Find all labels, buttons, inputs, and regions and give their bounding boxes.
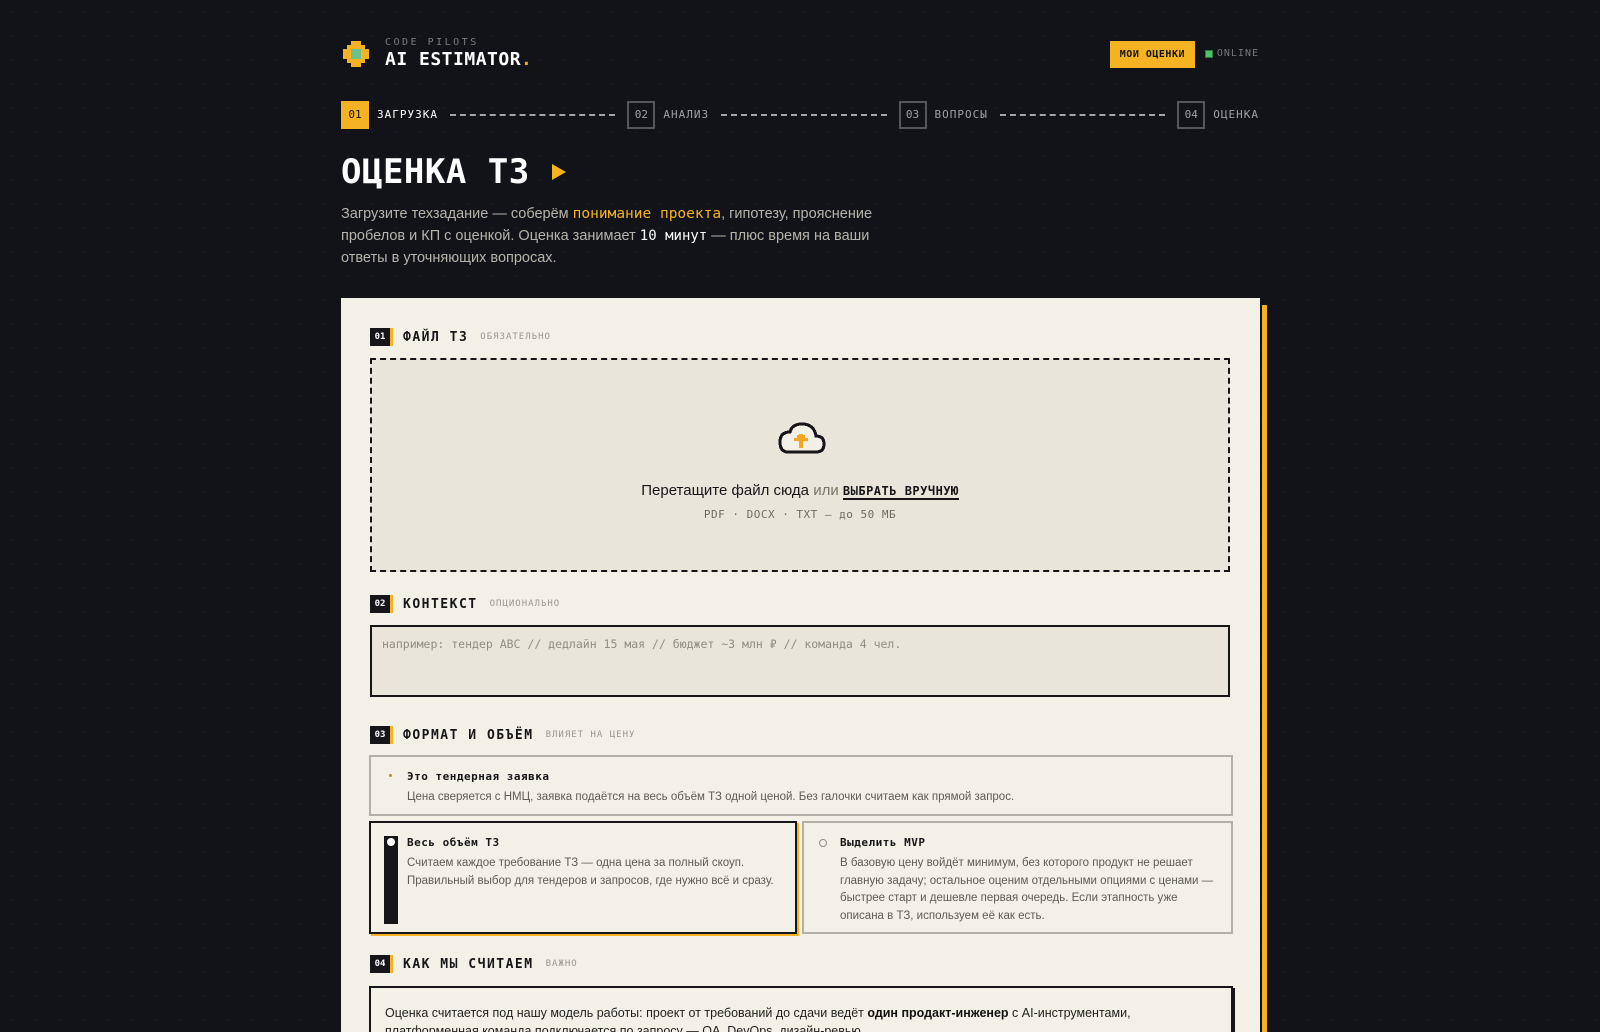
- option-title: Выделить MVP: [840, 836, 926, 849]
- page-title-text: ОЦЕНКА ТЗ: [341, 152, 530, 192]
- section-calc-header: 04 КАК МЫ СЧИТАЕМ ВАЖНО: [370, 955, 578, 973]
- brand-title: AI ESTIMATOR.: [385, 49, 533, 70]
- step-number: 01: [341, 100, 369, 129]
- calculation-note: Оценка считается под нашу модель работы:…: [369, 986, 1233, 1032]
- section-tag: ОБЯЗАТЕЛЬНО: [480, 332, 551, 342]
- card-accent-edge: [1262, 305, 1267, 1032]
- logo-icon: [343, 41, 369, 67]
- section-tag: ОПЦИОНАЛЬНО: [489, 599, 561, 609]
- step-label: АНАЛИЗ: [663, 108, 710, 121]
- tender-checkbox-option[interactable]: Это тендерная заявка Цена сверяется с НМ…: [369, 755, 1233, 816]
- option-description: Цена сверяется с НМЦ, заявка подаётся на…: [407, 791, 1015, 803]
- cloud-upload-icon: [778, 422, 826, 454]
- radio-unselected-icon: [819, 839, 827, 847]
- section-number: 04: [370, 955, 393, 973]
- step-label: ОЦЕНКА: [1213, 108, 1260, 121]
- section-number: 02: [370, 595, 393, 613]
- option-title: Весь объём ТЗ: [407, 836, 500, 849]
- progress-stepper: 01 ЗАГРУЗКА 02 АНАЛИЗ 03 ВОПРОСЫ 04 ОЦЕН…: [341, 100, 1259, 129]
- option-title: Это тендерная заявка: [407, 770, 550, 783]
- dropzone-text: Перетащите файл сюда или ВЫБРАТЬ ВРУЧНУЮ: [641, 482, 959, 500]
- section-title: ФОРМАТ И ОБЪЁМ: [403, 727, 534, 743]
- step-number: 02: [627, 100, 656, 129]
- section-format-header: 03 ФОРМАТ И ОБЪЁМ ВЛИЯЕТ НА ЦЕНУ: [370, 726, 635, 744]
- step-estimate[interactable]: 04 ОЦЕНКА: [1177, 100, 1260, 129]
- step-number: 04: [1177, 100, 1206, 129]
- status-indicator: ONLINE: [1204, 48, 1259, 59]
- brand-subtitle: CODE PILOTS: [385, 37, 479, 48]
- radio-selected-icon: [384, 836, 398, 924]
- my-estimates-button[interactable]: МОИ ОЦЕНКИ: [1109, 41, 1195, 68]
- play-icon: [551, 164, 566, 180]
- page-title: ОЦЕНКА ТЗ: [341, 152, 566, 192]
- file-dropzone[interactable]: Перетащите файл сюда или ВЫБРАТЬ ВРУЧНУЮ…: [370, 358, 1230, 572]
- step-label: ЗАГРУЗКА: [377, 108, 438, 121]
- checkbox-icon: [389, 774, 392, 777]
- dropzone-hint: PDF · DOCX · TXT — до 50 МБ: [703, 508, 897, 521]
- page-subtitle: Загрузите техзадание — соберём понимание…: [341, 206, 873, 266]
- online-dot-icon: [1204, 49, 1213, 58]
- section-number: 03: [370, 726, 393, 744]
- step-questions[interactable]: 03 ВОПРОСЫ: [898, 100, 988, 129]
- step-label: ВОПРОСЫ: [934, 108, 988, 121]
- scope-option-mvp[interactable]: Выделить MVP В базовую цену войдёт миним…: [802, 821, 1233, 934]
- step-analysis[interactable]: 02 АНАЛИЗ: [627, 100, 710, 129]
- step-connector: [999, 113, 1166, 116]
- section-tag: ВЛИЯЕТ НА ЦЕНУ: [545, 730, 636, 740]
- upload-form-card: 01 ФАЙЛ ТЗ ОБЯЗАТЕЛЬНО Перетащите файл с…: [341, 298, 1260, 1032]
- app-header: CODE PILOTS AI ESTIMATOR. МОИ ОЦЕНКИ ONL…: [341, 37, 1259, 70]
- step-connector: [721, 113, 887, 116]
- section-number: 01: [370, 328, 393, 346]
- context-input[interactable]: [370, 625, 1230, 697]
- step-connector: [449, 113, 616, 116]
- scope-option-full[interactable]: Весь объём ТЗ Считаем каждое требование …: [369, 821, 797, 934]
- section-title: КАК МЫ СЧИТАЕМ: [403, 956, 534, 972]
- option-description: В базовую цену войдёт минимум, без котор…: [840, 857, 1214, 922]
- choose-file-link[interactable]: ВЫБРАТЬ ВРУЧНУЮ: [842, 484, 959, 500]
- option-description: Считаем каждое требование ТЗ — одна цена…: [407, 857, 774, 887]
- section-file-header: 01 ФАЙЛ ТЗ ОБЯЗАТЕЛЬНО: [370, 328, 551, 346]
- section-tag: ВАЖНО: [545, 959, 578, 969]
- step-upload[interactable]: 01 ЗАГРУЗКА: [341, 100, 438, 129]
- section-title: ФАЙЛ ТЗ: [403, 329, 469, 345]
- section-title: КОНТЕКСТ: [403, 596, 478, 612]
- status-label: ONLINE: [1216, 48, 1259, 59]
- section-context-header: 02 КОНТЕКСТ ОПЦИОНАЛЬНО: [370, 595, 560, 613]
- step-number: 03: [898, 100, 927, 129]
